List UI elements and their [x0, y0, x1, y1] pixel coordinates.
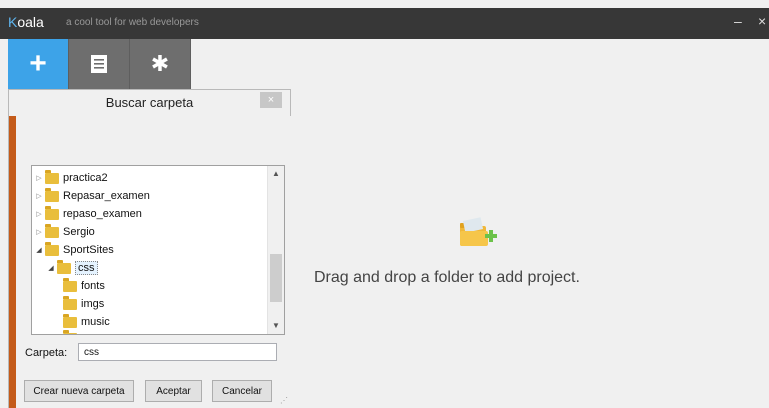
- project-drop-zone[interactable]: Drag and drop a folder to add project.: [290, 39, 769, 408]
- dialog-body: ▷ practica2 ▷ Repasar_examen ▷ repaso_ex…: [16, 116, 291, 408]
- tree-item-partial[interactable]: [62, 329, 81, 334]
- folder-icon: [63, 313, 77, 328]
- folder-field-label: Carpeta:: [25, 347, 68, 359]
- folder-icon: [63, 277, 77, 292]
- expand-arrow-icon[interactable]: ▷: [34, 174, 44, 182]
- dialog-title: Buscar carpeta: [105, 95, 194, 110]
- scroll-down-icon[interactable]: ▼: [268, 318, 284, 334]
- scrollbar-thumb[interactable]: [270, 254, 282, 302]
- empty-state-message: Drag and drop a folder to add project.: [314, 269, 580, 286]
- folder-name-input[interactable]: [78, 343, 277, 361]
- tree-item[interactable]: ▷ Repasar_examen: [34, 187, 150, 205]
- collapse-arrow-icon[interactable]: ◢: [46, 264, 56, 272]
- tree-item[interactable]: ▷ repaso_examen: [34, 205, 142, 223]
- dialog-close-button[interactable]: ×: [260, 92, 282, 108]
- log-button[interactable]: [69, 39, 130, 89]
- expand-arrow-icon[interactable]: ▷: [34, 228, 44, 236]
- folder-icon: [45, 223, 59, 238]
- close-window-button[interactable]: ×: [758, 13, 766, 29]
- toolbar: + ✱: [8, 39, 191, 89]
- app-name: Koala: [8, 14, 44, 30]
- minimize-button[interactable]: –: [734, 13, 742, 29]
- accept-button[interactable]: Aceptar: [145, 380, 202, 402]
- app-subtitle: a cool tool for web developers: [66, 17, 199, 28]
- resize-grip-icon[interactable]: ⋰: [280, 396, 288, 405]
- collapse-arrow-icon[interactable]: ◢: [34, 246, 44, 254]
- tree-item-selected[interactable]: ◢ css: [46, 259, 98, 277]
- tree-item[interactable]: ▷ practica2: [34, 169, 108, 187]
- tree-item[interactable]: fonts: [62, 277, 105, 295]
- dialog-accent-strip: [9, 116, 16, 408]
- tree-item[interactable]: ◢ SportSites: [34, 241, 114, 259]
- expand-arrow-icon[interactable]: ▷: [34, 210, 44, 218]
- folder-icon: [57, 259, 71, 274]
- folder-tree[interactable]: ▷ practica2 ▷ Repasar_examen ▷ repaso_ex…: [31, 165, 285, 335]
- plus-icon: +: [29, 47, 47, 80]
- settings-button[interactable]: ✱: [130, 39, 191, 89]
- folder-icon: [45, 187, 59, 202]
- new-folder-button[interactable]: Crear nueva carpeta: [24, 380, 134, 402]
- folder-icon: [45, 169, 59, 184]
- title-bar: Koala a cool tool for web developers – ×: [0, 8, 769, 39]
- gear-icon: ✱: [150, 51, 170, 76]
- cancel-button[interactable]: Cancelar: [212, 380, 272, 402]
- add-folder-icon: [460, 217, 497, 246]
- tree-item[interactable]: imgs: [62, 295, 104, 313]
- document-icon: [91, 55, 107, 73]
- add-project-button[interactable]: +: [8, 39, 69, 89]
- folder-icon: [63, 329, 77, 334]
- expand-arrow-icon[interactable]: ▷: [34, 192, 44, 200]
- folder-icon: [45, 241, 59, 256]
- scroll-up-icon[interactable]: ▲: [268, 166, 284, 182]
- folder-icon: [45, 205, 59, 220]
- tree-item[interactable]: ▷ Sergio: [34, 223, 95, 241]
- browse-folder-dialog: Buscar carpeta × ▷ practica2 ▷ Repasar_e…: [8, 89, 291, 408]
- folder-icon: [63, 295, 77, 310]
- tree-scrollbar[interactable]: ▲ ▼: [267, 166, 284, 334]
